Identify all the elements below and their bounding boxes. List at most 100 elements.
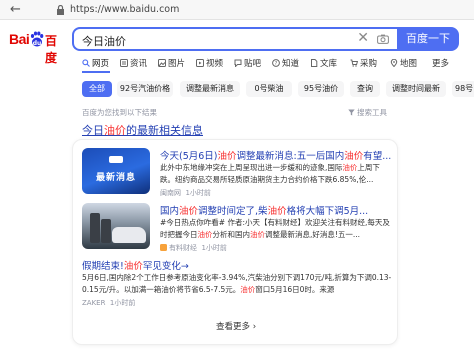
channel-logo-icon bbox=[109, 156, 123, 163]
title-part: 国内 bbox=[160, 206, 180, 217]
title-highlight: 油价 bbox=[179, 206, 199, 217]
news-time: 1小时前 bbox=[109, 299, 136, 307]
thumbnail-caption: 最新消息 bbox=[95, 173, 136, 183]
address-bar: ← https://www.baidu.com bbox=[0, 0, 474, 20]
chip-98[interactable]: 98号 bbox=[452, 81, 474, 97]
chip-all[interactable]: 全部 bbox=[82, 81, 112, 97]
tab-purchase[interactable]: 采购 bbox=[350, 57, 377, 69]
tab-label: 资讯 bbox=[130, 59, 148, 69]
tab-map[interactable]: 地图 bbox=[390, 57, 417, 69]
search-button[interactable]: 百度一下 bbox=[397, 27, 459, 51]
search-input[interactable]: 今日油价 ✕ bbox=[72, 27, 397, 51]
video-icon bbox=[196, 59, 204, 67]
tab-label: 网页 bbox=[92, 59, 110, 69]
tab-video[interactable]: 视频 bbox=[196, 57, 223, 69]
snippet-highlight: 油价 bbox=[240, 284, 256, 294]
tab-images[interactable]: 图片 bbox=[158, 57, 185, 69]
fuel-pump-icon bbox=[101, 219, 111, 243]
tieba-icon bbox=[234, 59, 242, 67]
snippet-part: 此外中东地缘冲突在上周呈现出进一步缓和的迹象,国际 bbox=[160, 163, 343, 172]
chip-query[interactable]: 查询 bbox=[350, 81, 380, 97]
snippet-part: 分析和国内 bbox=[212, 229, 251, 239]
search-query[interactable]: 今日油价 bbox=[82, 33, 126, 49]
snippet-highlight: 油价 bbox=[250, 229, 265, 239]
image-icon bbox=[158, 59, 166, 67]
title-part: 调整时间定了,柴 bbox=[198, 206, 268, 217]
camera-icon[interactable] bbox=[377, 34, 389, 44]
snippet-part: 0.15元/升。以加满一箱油价将节省6.5-7.5元。 bbox=[82, 284, 241, 294]
chip-92-gas[interactable]: 92号汽油价格 bbox=[117, 81, 173, 97]
tab-label: 采购 bbox=[360, 59, 378, 69]
tab-web[interactable]: 网页 bbox=[82, 57, 109, 69]
news-title[interactable]: 假期结束!油价罕见变化→ bbox=[82, 258, 189, 272]
title-part: 假期结束! bbox=[82, 261, 124, 272]
tab-news[interactable]: 资讯 bbox=[120, 57, 147, 69]
news-icon bbox=[120, 59, 128, 67]
fuel-pump-icon bbox=[90, 213, 100, 243]
search-tools[interactable]: 搜索工具 bbox=[348, 107, 387, 118]
news-snippet: 此外中东地缘冲突在上周呈现出进一步缓和的迹象,国际油价上周下跌。纽约商品交易所轻… bbox=[160, 162, 380, 185]
news-source: 有料财经 1小时前 bbox=[160, 243, 227, 253]
title-part: 有望... bbox=[363, 151, 392, 162]
clear-icon[interactable]: ✕ bbox=[357, 30, 369, 46]
logo-text: Bai bbox=[9, 31, 30, 47]
car-icon bbox=[112, 227, 146, 243]
title-highlight: 油价 bbox=[267, 206, 287, 217]
news-thumbnail[interactable]: 最新消息 bbox=[82, 148, 150, 194]
source-name: 有料财经 bbox=[169, 244, 197, 252]
active-tab-indicator bbox=[82, 71, 110, 73]
back-arrow-icon[interactable]: ← bbox=[10, 2, 21, 17]
snippet-part: 5月6日,国内除2个工作日参考原油变化率-3.94%,汽柴油分别下调170元/吨… bbox=[82, 273, 392, 282]
funnel-icon bbox=[348, 109, 355, 116]
news-section-title[interactable]: 今日油价的最新相关信息 bbox=[82, 122, 203, 138]
cart-icon bbox=[350, 59, 358, 67]
chip-0-diesel[interactable]: 0号柴油 bbox=[246, 81, 292, 97]
title-highlight: 油价 bbox=[217, 151, 237, 162]
snippet-part: 窗口5月16日0时。来源 bbox=[255, 284, 335, 294]
source-name: 闽南网 bbox=[160, 189, 181, 197]
title-highlight: 油价 bbox=[344, 151, 364, 162]
tab-zhidao[interactable]: ? 知道 bbox=[272, 57, 299, 69]
snippet-part: 调整最新消息,好消息!五一... bbox=[265, 229, 361, 239]
tab-wenku[interactable]: 文库 bbox=[310, 57, 337, 69]
search-icon bbox=[82, 59, 90, 67]
tab-label: 知道 bbox=[282, 59, 300, 69]
svg-text:du: du bbox=[33, 40, 42, 47]
snippet-part: 时把握今日 bbox=[160, 229, 198, 239]
chip-95-price[interactable]: 95号油价 bbox=[298, 81, 344, 97]
snippet-highlight: 油价 bbox=[342, 163, 358, 172]
svg-text:?: ? bbox=[275, 61, 278, 67]
see-more-link[interactable]: 查看更多 › bbox=[216, 320, 256, 332]
title-part: 的最新相关信息 bbox=[126, 124, 203, 137]
snippet-highlight: 油价 bbox=[197, 229, 213, 239]
snippet-part: 跌。纽约商品交易所轻质原油期货主力合约价格下跌6.85%,伦... bbox=[160, 174, 374, 184]
tab-more[interactable]: 更多 bbox=[432, 57, 449, 69]
news-source: 闽南网 1小时前 bbox=[160, 188, 211, 198]
news-title[interactable]: 国内油价调整时间定了,柴油价格将大幅下调5月... bbox=[160, 203, 368, 217]
wenku-icon bbox=[311, 59, 318, 67]
tab-label: 地图 bbox=[400, 59, 418, 69]
title-part: 调整最新消息:五一后国内 bbox=[236, 151, 345, 162]
baidu-logo[interactable]: Bai du 百度 bbox=[9, 31, 63, 65]
zhidao-icon: ? bbox=[272, 59, 280, 67]
map-icon bbox=[390, 59, 398, 67]
title-highlight: 油价 bbox=[104, 124, 126, 137]
news-time: 1小时前 bbox=[201, 244, 227, 252]
news-title[interactable]: 今天(5月6日)油价调整最新消息:五一后国内油价有望... bbox=[160, 148, 391, 162]
tab-label: 贴吧 bbox=[244, 59, 262, 69]
title-part: 今日 bbox=[82, 124, 104, 137]
title-highlight: 油价 bbox=[123, 261, 143, 272]
title-part: 罕见变化→ bbox=[142, 261, 189, 272]
chip-latest-news[interactable]: 调整最新消息 bbox=[180, 81, 240, 97]
chip-adjust-time[interactable]: 调整时间最新 bbox=[386, 81, 446, 97]
news-thumbnail[interactable] bbox=[82, 203, 150, 249]
tab-label: 视频 bbox=[206, 59, 224, 69]
title-part: 今天(5月6日) bbox=[160, 151, 218, 162]
url-text[interactable]: https://www.baidu.com bbox=[70, 4, 179, 15]
snippet-part: #今日热点你咋看# 作者:小天【有料财经】欢迎关注有料财经,每天及 bbox=[160, 218, 390, 227]
snippet-part: 上周下 bbox=[357, 163, 380, 172]
tab-label: 更多 bbox=[432, 59, 450, 69]
tab-label: 图片 bbox=[168, 59, 186, 69]
news-time: 1小时前 bbox=[185, 189, 211, 197]
tab-tieba[interactable]: 贴吧 bbox=[234, 57, 261, 69]
